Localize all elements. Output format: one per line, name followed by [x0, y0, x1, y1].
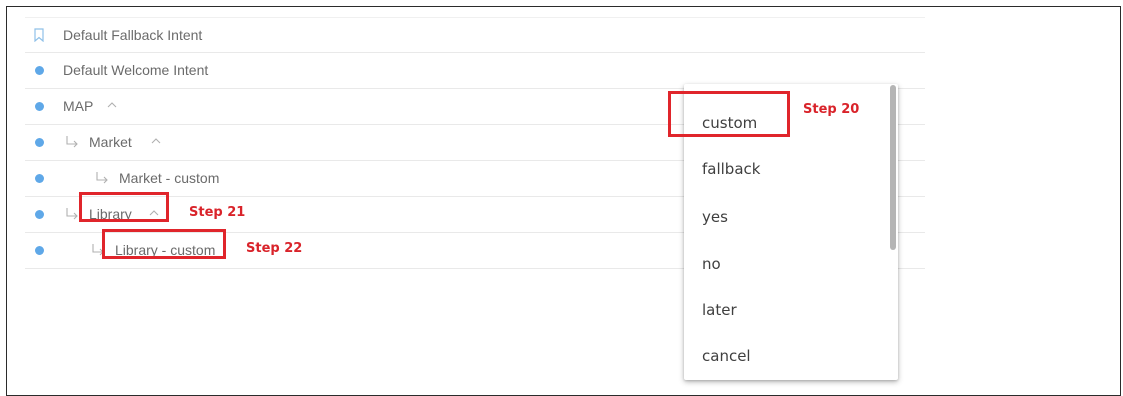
step22-highlight [102, 229, 226, 259]
menu-item-no[interactable]: no [702, 255, 721, 273]
intent-dot-icon [35, 174, 44, 183]
intent-dot-icon [35, 246, 44, 255]
menu-item-later[interactable]: later [702, 301, 737, 319]
page-frame: Default Fallback Intent Default Welcome … [6, 6, 1121, 396]
intent-label[interactable]: Market [89, 134, 132, 150]
chevron-up-icon[interactable] [151, 138, 161, 144]
intent-row-default-fallback[interactable]: Default Fallback Intent [25, 17, 925, 53]
step20-annotation: Step 20 [803, 102, 860, 117]
intent-dot-icon [35, 138, 44, 147]
intent-dot-icon [35, 102, 44, 111]
followup-arrow-icon [66, 136, 78, 148]
followup-arrow-icon [96, 172, 108, 184]
step20-highlight [668, 91, 790, 137]
intent-label[interactable]: Default Fallback Intent [63, 27, 202, 43]
intent-label[interactable]: Market - custom [119, 170, 219, 186]
intent-label[interactable]: Default Welcome Intent [63, 62, 208, 78]
intent-label[interactable]: MAP [63, 98, 93, 114]
intent-dot-icon [35, 66, 44, 75]
menu-scrollbar[interactable] [890, 85, 896, 250]
step21-highlight [79, 192, 169, 222]
intent-dot-icon [35, 210, 44, 219]
menu-item-cancel[interactable]: cancel [702, 347, 751, 365]
menu-item-fallback[interactable]: fallback [702, 160, 760, 178]
chevron-up-icon[interactable] [107, 102, 117, 108]
followup-arrow-icon [66, 208, 78, 220]
bookmark-icon [34, 28, 44, 42]
step21-annotation: Step 21 [189, 205, 246, 220]
menu-item-yes[interactable]: yes [702, 208, 728, 226]
step22-annotation: Step 22 [246, 241, 303, 256]
